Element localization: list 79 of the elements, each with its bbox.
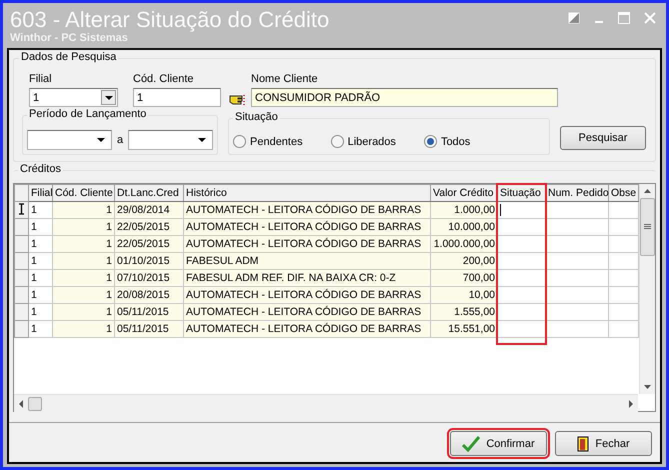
group-title: Dados de Pesquisa	[19, 51, 118, 63]
column-header[interactable]: Filial	[28, 184, 52, 202]
table-cell: 1.555,00	[430, 304, 498, 320]
pointing-hand-icon[interactable]	[229, 93, 246, 105]
table-cell: 29/08/2014	[114, 202, 184, 218]
horizontal-scrollbar[interactable]	[14, 394, 638, 412]
column-header[interactable]: Cód. Cliente	[52, 184, 114, 202]
maximize-icon[interactable]	[618, 12, 630, 24]
table-cell: 1	[52, 252, 114, 270]
field-label: Filial	[29, 73, 53, 85]
group-title: Créditos	[18, 163, 63, 175]
column-header[interactable]: Valor Crédito	[430, 184, 498, 202]
column-header[interactable]: Situação	[498, 184, 546, 202]
table-cell: AUTOMATECH - LEITORA CÓDIGO DE BARRAS	[184, 202, 430, 218]
table-cell: 07/10/2015	[114, 270, 184, 286]
table-cell: 1	[52, 270, 114, 286]
table-cell: AUTOMATECH - LEITORA CÓDIGO DE BARRAS	[184, 286, 430, 304]
radio-icon[interactable]	[233, 135, 246, 148]
table-cell: 1	[52, 320, 114, 338]
column-header[interactable]: Num. Pedido	[546, 184, 608, 202]
table-cell: 200,00	[430, 252, 498, 270]
radio-label: Todos	[440, 136, 470, 148]
column-header[interactable]: Histórico	[184, 184, 430, 202]
table-cell: FABESUL ADM REF. DIF. NA BAIXA CR: 0-Z	[184, 270, 430, 286]
group-title: Situação	[233, 111, 280, 123]
table-cell: 700,00	[430, 270, 498, 286]
text-caret	[500, 204, 501, 216]
close-icon[interactable]	[644, 12, 656, 24]
field-label: Nome Cliente	[251, 73, 319, 85]
search-button[interactable]: Pesquisar	[560, 126, 646, 150]
filial-dropdown[interactable]: 1	[29, 88, 118, 107]
table-cell: 1	[52, 218, 114, 236]
table-cell: AUTOMATECH - LEITORA CÓDIGO DE BARRAS	[184, 218, 430, 236]
row-header[interactable]	[14, 202, 28, 218]
table-cell: 1	[52, 304, 114, 320]
column-header[interactable]: Dt.Lanc.Cred	[114, 184, 184, 202]
table-cell: AUTOMATECH - LEITORA CÓDIGO DE BARRAS	[184, 236, 430, 252]
radio-icon[interactable]	[424, 135, 437, 148]
table-cell: 10.000,00	[430, 218, 498, 236]
radio-option[interactable]: Liberados	[330, 135, 396, 148]
column-header[interactable]: Obse	[608, 184, 638, 202]
date-dropdown[interactable]	[128, 130, 213, 150]
table-cell: AUTOMATECH - LEITORA CÓDIGO DE BARRAS	[184, 320, 430, 338]
group-title: Período de Lançamento	[27, 108, 148, 120]
table-cell: FABESUL ADM	[184, 252, 430, 270]
field-label: Cód. Cliente	[133, 73, 195, 85]
check-icon	[462, 436, 480, 452]
radio-option[interactable]: Todos	[424, 135, 470, 148]
radio-label: Pendentes	[250, 136, 303, 148]
table-cell: 20/08/2015	[114, 286, 184, 304]
client-name-field[interactable]: CONSUMIDOR PADRÃO	[251, 88, 558, 107]
table-cell: 1	[52, 286, 114, 304]
table-cell: 22/05/2015	[114, 236, 184, 252]
radio-label: Liberados	[348, 136, 396, 148]
range-separator: a	[116, 134, 124, 146]
radio-option[interactable]: Pendentes	[233, 135, 303, 148]
table-cell: 05/11/2015	[114, 304, 184, 320]
vertical-scrollbar[interactable]	[639, 184, 655, 394]
client-code-field[interactable]: 1	[133, 88, 221, 107]
text-cursor-icon	[18, 202, 25, 214]
restore-icon[interactable]	[568, 12, 580, 24]
close-button[interactable]: Fechar	[555, 431, 652, 456]
confirm-button[interactable]: Confirmar	[450, 431, 547, 456]
window-title: 603 - Alterar Situação do Crédito	[10, 6, 330, 32]
table-cell: 1	[52, 236, 114, 252]
table-cell: 22/05/2015	[114, 218, 184, 236]
table-cell: 1	[52, 202, 114, 218]
grip-icon	[644, 224, 651, 230]
table-cell: AUTOMATECH - LEITORA CÓDIGO DE BARRAS	[184, 304, 430, 320]
scroll-thumb[interactable]	[28, 396, 42, 410]
table-cell: 10,00	[430, 286, 498, 304]
table-cell: 1.000,00	[430, 202, 498, 218]
table-cell: 05/11/2015	[114, 320, 184, 338]
date-dropdown[interactable]	[27, 130, 112, 150]
table-cell: 15.551,00	[430, 320, 498, 338]
table-cell: 1.000.000,00	[430, 236, 498, 252]
table-cell: 01/10/2015	[114, 252, 184, 270]
door-icon	[577, 436, 590, 452]
radio-icon[interactable]	[330, 135, 344, 148]
